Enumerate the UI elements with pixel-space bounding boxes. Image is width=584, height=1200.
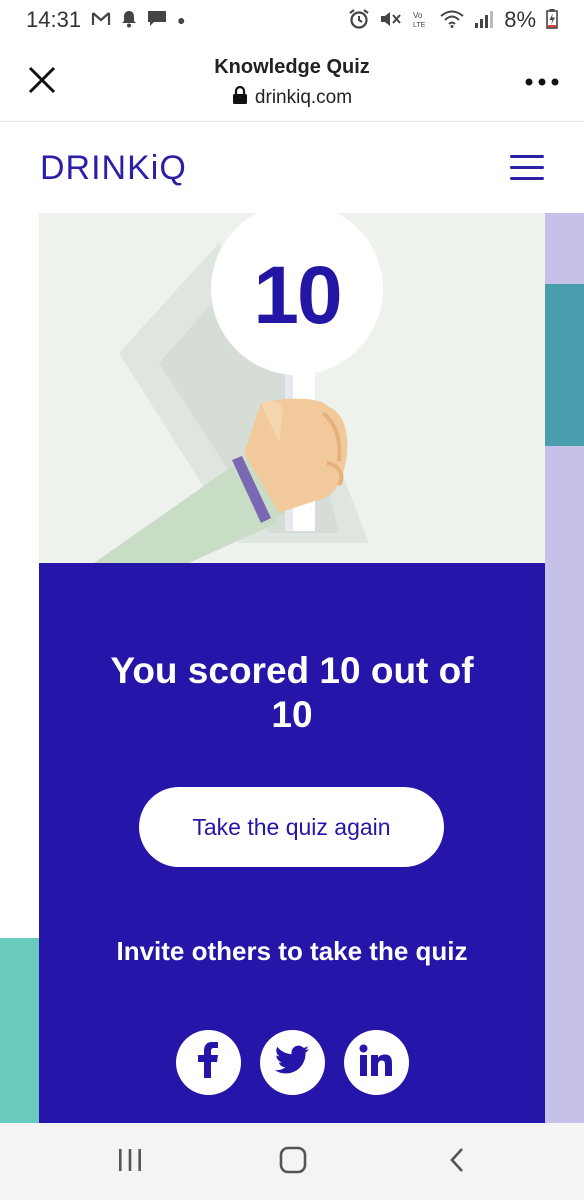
page-title: Knowledge Quiz xyxy=(214,56,370,78)
twitter-share-button[interactable] xyxy=(259,1030,325,1095)
take-quiz-again-button[interactable]: Take the quiz again xyxy=(139,787,444,867)
linkedin-share-button[interactable] xyxy=(343,1030,409,1095)
close-button[interactable] xyxy=(20,60,64,104)
site-menu-button[interactable] xyxy=(510,153,546,183)
back-icon xyxy=(448,1147,466,1178)
drinkiq-logo[interactable]: DRINKiQ xyxy=(40,149,187,188)
facebook-icon xyxy=(197,1042,219,1083)
twitter-icon xyxy=(274,1045,310,1080)
status-bar: 14:31 ● Vo LTE 8% xyxy=(0,0,584,40)
decorative-teal-overlap xyxy=(545,284,584,446)
alarm-icon xyxy=(348,8,370,32)
more-icon xyxy=(525,73,559,91)
score-sign-number: 10 xyxy=(253,250,342,341)
battery-charging-icon xyxy=(546,8,558,32)
score-sign: 10 xyxy=(211,213,383,379)
close-icon xyxy=(27,65,57,100)
status-time: 14:31 xyxy=(26,7,82,32)
recent-apps-icon xyxy=(117,1148,143,1177)
signal-icon xyxy=(474,10,494,31)
lock-icon xyxy=(232,85,248,111)
hamburger-icon-line xyxy=(510,166,544,169)
decorative-teal-strip xyxy=(0,938,39,1123)
linkedin-icon xyxy=(359,1044,393,1081)
recent-apps-button[interactable] xyxy=(110,1145,150,1179)
site-header: DRINKiQ xyxy=(0,123,584,213)
hamburger-icon-line xyxy=(510,177,544,180)
result-panel: You scored 10 out of 10 Take the quiz ag… xyxy=(39,563,545,1123)
more-options-button[interactable] xyxy=(520,62,564,102)
wifi-icon xyxy=(440,10,464,31)
home-button[interactable] xyxy=(273,1145,313,1179)
home-icon xyxy=(279,1146,307,1179)
page-url: drinkiq.com xyxy=(120,85,464,111)
svg-text:LTE: LTE xyxy=(413,22,426,28)
status-bar-left: 14:31 ● xyxy=(26,7,186,33)
hamburger-icon xyxy=(510,155,544,158)
gmail-icon xyxy=(91,11,111,30)
score-illustration: 10 xyxy=(39,213,545,563)
invite-heading: Invite others to take the quiz xyxy=(116,936,468,966)
chat-icon xyxy=(147,10,167,31)
svg-text:Vo: Vo xyxy=(413,11,423,20)
url-text: drinkiq.com xyxy=(254,87,353,108)
browser-toolbar: Knowledge Quiz drinkiq.com xyxy=(0,40,584,122)
status-bar-right: Vo LTE 8% xyxy=(348,7,558,33)
more-notifications-dot-icon: ● xyxy=(177,12,186,28)
share-buttons xyxy=(39,1030,545,1095)
page-info: Knowledge Quiz drinkiq.com xyxy=(120,56,464,111)
volte-icon: Vo LTE xyxy=(412,10,430,31)
score-heading: You scored 10 out of 10 xyxy=(110,650,474,735)
battery-percent: 8% xyxy=(504,7,536,32)
mute-icon xyxy=(380,10,402,31)
facebook-share-button[interactable] xyxy=(175,1030,241,1095)
back-button[interactable] xyxy=(437,1145,477,1179)
system-navigation-bar xyxy=(0,1123,584,1200)
notification-bell-icon xyxy=(121,10,137,31)
